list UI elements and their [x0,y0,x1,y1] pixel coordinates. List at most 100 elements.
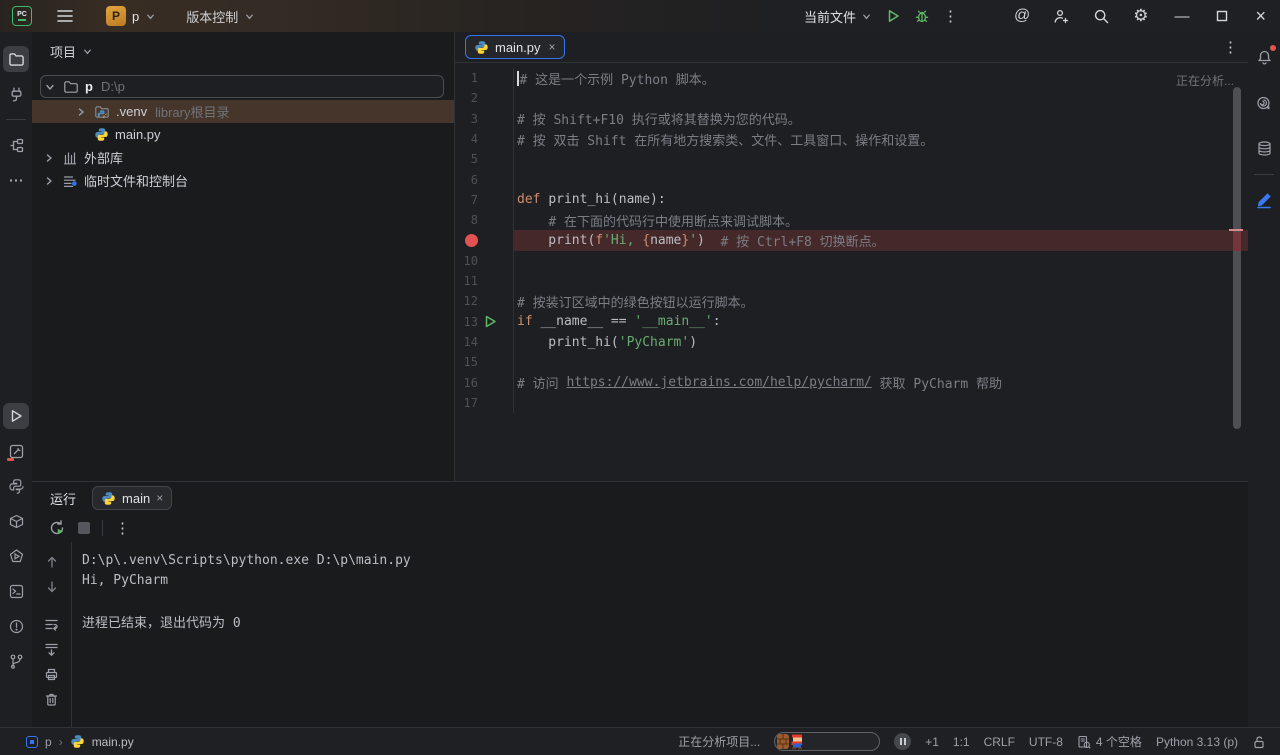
run-button[interactable] [885,8,901,24]
line-number[interactable]: 1 [455,71,478,85]
structure-tool-button[interactable] [3,132,29,158]
breadcrumb-file[interactable]: main.py [92,735,134,749]
line-number[interactable]: 2 [455,91,478,105]
settings-gear-icon[interactable]: ⚙ [1133,6,1148,26]
line-number[interactable]: 6 [455,173,478,187]
more-tool-windows-button[interactable]: ⋯ [3,167,29,193]
chevron-right-icon[interactable] [42,175,56,187]
code-text[interactable] [514,271,1248,291]
code-line[interactable]: 10 [455,250,1248,271]
breadcrumb-project[interactable]: p [45,735,52,749]
code-line[interactable]: 4 # 按 双击 Shift 在所有地方搜索类、文件、工具窗口、操作和设置。 [455,128,1248,150]
scroll-down-button[interactable] [44,579,60,595]
debug-button[interactable] [914,8,930,24]
code-line[interactable]: 3 # 按 Shift+F10 执行或将其替换为您的代码。 [455,108,1248,129]
chevron-down-icon[interactable] [43,81,57,93]
tree-item[interactable]: main.py [32,123,454,146]
code-line[interactable]: 6 [455,169,1248,190]
code-with-me-icon[interactable] [1053,8,1070,25]
project-switcher[interactable]: P p [100,3,162,29]
soft-wrap-button[interactable] [44,616,60,632]
python-packages-tool-button[interactable] [3,508,29,534]
scroll-up-button[interactable] [44,554,60,570]
code-text[interactable]: print_hi('PyCharm') [514,332,1248,352]
line-number[interactable]: 12 [455,294,478,308]
unlock-icon[interactable] [1252,735,1266,749]
ai-assistant-button[interactable] [1251,91,1277,117]
code-editor[interactable]: 1 # 这是一个示例 Python 脚本。 2 3 # 按 Shift+F10 执行或将… [455,63,1248,481]
problems-tool-button[interactable] [3,613,29,639]
code-text[interactable] [514,169,1248,189]
tree-item[interactable]: 外部库 [32,146,454,169]
clear-console-button[interactable] [44,691,60,707]
run-tab-main[interactable]: main × [92,486,173,510]
commit-tool-button[interactable] [3,81,29,107]
code-line[interactable]: 17 [455,392,1248,414]
line-number[interactable]: 15 [455,355,478,369]
breakpoint-icon[interactable] [455,234,478,248]
code-line[interactable]: 1 # 这是一个示例 Python 脚本。 [455,68,1248,89]
line-number[interactable]: 10 [455,254,478,268]
code-line[interactable]: 7 def print_hi(name): [455,189,1248,211]
code-text[interactable]: # 在下面的代码行中使用断点来调试脚本。 [514,210,1248,230]
search-icon[interactable] [1093,8,1110,25]
code-line[interactable]: 11 [455,270,1248,292]
maximize-button[interactable] [1216,10,1228,22]
code-text[interactable]: print(f 'Hi, {name} ') # 按 Ctrl+F8 切换断点。 [514,230,1248,251]
chevron-right-icon[interactable] [74,106,88,118]
code-text[interactable]: # 按 双击 Shift 在所有地方搜索类、文件、工具窗口、操作和设置。 [514,129,1248,149]
code-line[interactable]: print(f 'Hi, {name} ') # 按 Ctrl+F8 切换断点。 [455,230,1248,251]
services-tool-button[interactable] [3,438,29,464]
chevron-right-icon[interactable] [42,152,56,164]
line-number[interactable]: 4 [455,132,478,146]
tab-close-icon[interactable]: × [549,40,556,54]
code-text[interactable]: if __name__ == '__main__': [514,312,1248,332]
interpreter-widget[interactable]: Python 3.13 (p) [1156,735,1238,749]
caret-position-widget[interactable]: 1:1 [953,735,970,749]
main-menu-button[interactable] [52,3,78,29]
run-tool-button[interactable] [3,403,29,429]
code-line[interactable]: 5 [455,149,1248,170]
console-output[interactable]: D:\p\.venv\Scripts\python.exe D:\p\main.… [72,542,1248,727]
code-text[interactable] [514,251,1248,271]
line-number[interactable]: 17 [455,396,478,410]
terminal-tool-button[interactable] [3,578,29,604]
tree-item[interactable]: 临时文件和控制台 [32,169,454,192]
minimize-button[interactable]: — [1174,9,1189,24]
notifications-button[interactable] [1251,44,1277,70]
code-text[interactable]: # 按 Shift+F10 执行或将其替换为您的代码。 [514,109,1248,129]
database-button[interactable] [1251,135,1277,161]
code-text[interactable] [514,352,1248,372]
project-tool-button[interactable] [3,46,29,72]
indent-widget[interactable]: 4 个空格 [1077,733,1142,750]
encoding-widget[interactable]: UTF-8 [1029,735,1063,749]
code-line[interactable]: 14 print_hi('PyCharm') [455,331,1248,353]
project-panel-header[interactable]: 项目 [32,42,454,75]
tab-main-py[interactable]: main.py × [465,35,565,59]
editor-scrollbar[interactable] [1233,87,1241,429]
code-line[interactable]: 16 # 访问 https://www.jetbrains.com/help/py… [455,372,1248,393]
project-square-icon[interactable] [26,735,38,748]
line-number[interactable]: 16 [455,376,478,390]
run-config-selector[interactable]: 当前文件 [804,7,872,26]
print-button[interactable] [44,666,60,682]
close-button[interactable]: × [1255,7,1266,25]
line-number[interactable]: 14 [455,335,478,349]
line-number[interactable]: 5 [455,152,478,166]
version-control-tool-button[interactable] [3,648,29,674]
code-line[interactable]: 15 [455,352,1248,373]
pause-progress-button[interactable] [894,733,912,750]
editor-options-button[interactable]: ⋮ [1223,38,1238,56]
code-text[interactable]: # 这是一个示例 Python 脚本。 [514,68,1248,88]
run-line-icon[interactable] [481,315,499,328]
code-text[interactable]: def print_hi(name): [514,190,1248,210]
stop-button[interactable] [78,522,90,534]
ai-chat-icon[interactable]: @ [1014,7,1030,25]
vcs-widget[interactable]: 版本控制 [180,3,261,29]
code-text[interactable] [514,88,1248,108]
python-console-tool-button[interactable] [3,473,29,499]
code-line[interactable]: 8 # 在下面的代码行中使用断点来调试脚本。 [455,210,1248,231]
line-number[interactable]: 7 [455,193,478,207]
code-line[interactable]: 12 # 按装订区域中的绿色按钮以运行脚本。 [455,291,1248,312]
line-number[interactable]: 3 [455,112,478,126]
